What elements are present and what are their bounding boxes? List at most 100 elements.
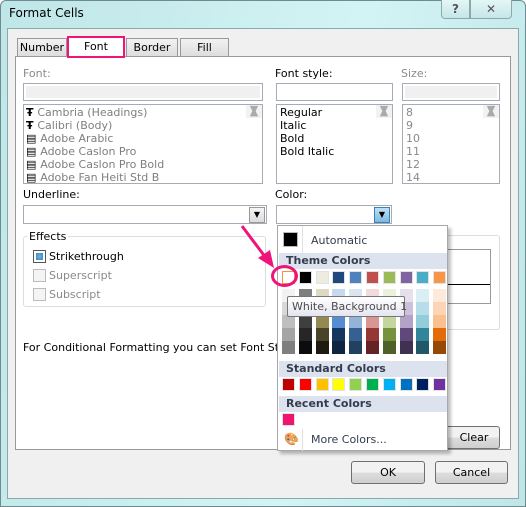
standard-color-swatch[interactable] <box>433 378 447 391</box>
standard-color-swatch[interactable] <box>416 378 430 391</box>
tab-font[interactable]: Font <box>67 36 125 58</box>
underline-combo[interactable]: ▼ <box>23 205 267 224</box>
theme-color-swatch[interactable] <box>298 271 312 284</box>
truetype-icon: Ŧ <box>26 106 38 119</box>
list-item[interactable]: 11 <box>406 145 499 158</box>
list-item[interactable]: Bold <box>280 132 392 145</box>
cancel-button[interactable]: Cancel <box>435 461 508 484</box>
theme-shade-swatch[interactable] <box>332 341 346 354</box>
chevron-down-icon[interactable]: ▼ <box>374 207 390 223</box>
subscript-checkbox[interactable] <box>33 288 46 301</box>
divider <box>302 226 303 253</box>
automatic-color-swatch[interactable] <box>283 232 298 247</box>
theme-color-swatch[interactable] <box>416 271 430 284</box>
theme-shade-swatch[interactable] <box>382 341 396 354</box>
theme-color-swatch[interactable] <box>332 271 346 284</box>
theme-shade-swatch[interactable] <box>433 302 447 315</box>
standard-color-swatch[interactable] <box>332 378 346 391</box>
theme-shade-swatch[interactable] <box>332 328 346 341</box>
theme-shade-swatch[interactable] <box>366 328 379 341</box>
list-item[interactable]: 9 <box>406 119 499 132</box>
recent-colors-header: Recent Colors <box>279 396 447 412</box>
theme-color-swatch[interactable] <box>315 271 329 284</box>
theme-shade-swatch[interactable] <box>349 341 363 354</box>
truetype-icon: Ŧ <box>26 119 38 132</box>
theme-colors-header: Theme Colors <box>279 253 447 269</box>
theme-shade-swatch[interactable] <box>433 315 447 328</box>
tab-fill[interactable]: Fill <box>180 38 229 57</box>
theme-shade-swatch[interactable] <box>416 315 430 328</box>
theme-shade-swatch[interactable] <box>298 341 312 354</box>
recent-color-swatch[interactable] <box>282 413 295 426</box>
standard-color-swatch[interactable] <box>349 378 363 391</box>
list-item[interactable]: ▤ Adobe Arabic <box>26 132 262 145</box>
theme-shade-swatch[interactable] <box>416 289 430 302</box>
theme-shade-swatch[interactable] <box>349 328 363 341</box>
size-label: Size: <box>401 67 428 80</box>
list-item[interactable]: Bold Italic <box>280 145 392 158</box>
theme-shade-swatch[interactable] <box>366 341 379 354</box>
tab-number[interactable]: Number <box>17 38 67 57</box>
theme-shade-swatch[interactable] <box>298 328 312 341</box>
divider <box>302 429 303 451</box>
size-list[interactable]: 8 9 10 11 12 14 ▲ ▼ <box>402 103 500 184</box>
standard-color-swatch[interactable] <box>399 378 413 391</box>
font-list[interactable]: ▲ ▼ Ŧ Cambria (Headings) Ŧ Calibri (Body) ▤… <box>23 104 263 184</box>
font-name: Adobe Arabic <box>40 132 114 145</box>
theme-color-swatch[interactable] <box>349 271 363 284</box>
font-list-scrollbar[interactable]: ▲ ▼ <box>246 105 262 118</box>
close-button[interactable]: ✕ <box>470 0 512 19</box>
clear-button[interactable]: Clear <box>442 426 500 449</box>
color-combo[interactable]: ▼ <box>276 205 392 224</box>
list-item[interactable]: 14 <box>406 171 499 184</box>
list-item[interactable]: Ŧ Cambria (Headings) <box>26 106 262 119</box>
list-item[interactable]: ▤ Adobe Caslon Pro <box>26 145 262 158</box>
theme-color-swatch[interactable] <box>382 271 396 284</box>
theme-shade-swatch[interactable] <box>399 341 413 354</box>
standard-color-swatch[interactable] <box>382 378 396 391</box>
size-input[interactable] <box>402 83 500 101</box>
size-scrollbar[interactable]: ▲ ▼ <box>483 103 499 118</box>
font-style-list[interactable]: Regular Italic Bold Bold Italic ▲ ▼ <box>276 103 393 184</box>
chevron-down-icon[interactable]: ▼ <box>249 207 265 223</box>
theme-shade-swatch[interactable] <box>315 328 329 341</box>
tab-border[interactable]: Border <box>126 38 178 57</box>
theme-shade-swatch[interactable] <box>433 289 447 302</box>
font-style-input[interactable] <box>276 83 393 101</box>
theme-color-swatch[interactable] <box>433 271 447 284</box>
font-style-scrollbar[interactable]: ▲ ▼ <box>376 103 392 118</box>
theme-color-swatch[interactable] <box>399 271 413 284</box>
theme-shade-swatch[interactable] <box>282 328 295 341</box>
automatic-option[interactable]: Automatic <box>311 234 367 247</box>
list-item[interactable]: Ŧ Calibri (Body) <box>26 119 262 132</box>
more-colors-option[interactable]: More Colors... <box>311 433 387 446</box>
theme-shade-swatch[interactable] <box>315 341 329 354</box>
ok-button[interactable]: OK <box>351 461 425 484</box>
clear-label: Clear <box>459 431 489 444</box>
theme-shade-swatch[interactable] <box>416 341 430 354</box>
theme-shade-swatch[interactable] <box>416 302 430 315</box>
standard-color-swatch[interactable] <box>366 378 379 391</box>
help-button[interactable]: ? <box>441 0 470 19</box>
theme-shade-swatch[interactable] <box>282 341 295 354</box>
strikethrough-checkbox[interactable] <box>33 250 46 263</box>
theme-color-swatch[interactable] <box>366 271 379 284</box>
strikethrough-label: Strikethrough <box>49 250 124 263</box>
font-name: Adobe Caslon Pro <box>40 145 137 158</box>
list-item[interactable]: 10 <box>406 132 499 145</box>
theme-shade-swatch[interactable] <box>416 328 430 341</box>
list-item[interactable]: ▤ Adobe Caslon Pro Bold <box>26 158 262 171</box>
theme-shade-swatch[interactable] <box>382 328 396 341</box>
standard-color-swatch[interactable] <box>315 378 329 391</box>
theme-shade-swatch[interactable] <box>433 328 447 341</box>
list-item[interactable]: Italic <box>280 119 392 132</box>
standard-color-swatch[interactable] <box>298 378 312 391</box>
list-item[interactable]: 12 <box>406 158 499 171</box>
font-input[interactable] <box>23 83 263 101</box>
theme-shade-swatch[interactable] <box>433 341 447 354</box>
opentype-icon: ▤ <box>26 171 41 184</box>
theme-shade-swatch[interactable] <box>399 328 413 341</box>
list-item[interactable]: ▤ Adobe Fan Heiti Std B <box>26 171 262 184</box>
superscript-checkbox[interactable] <box>33 269 46 282</box>
standard-color-swatch[interactable] <box>282 378 295 391</box>
